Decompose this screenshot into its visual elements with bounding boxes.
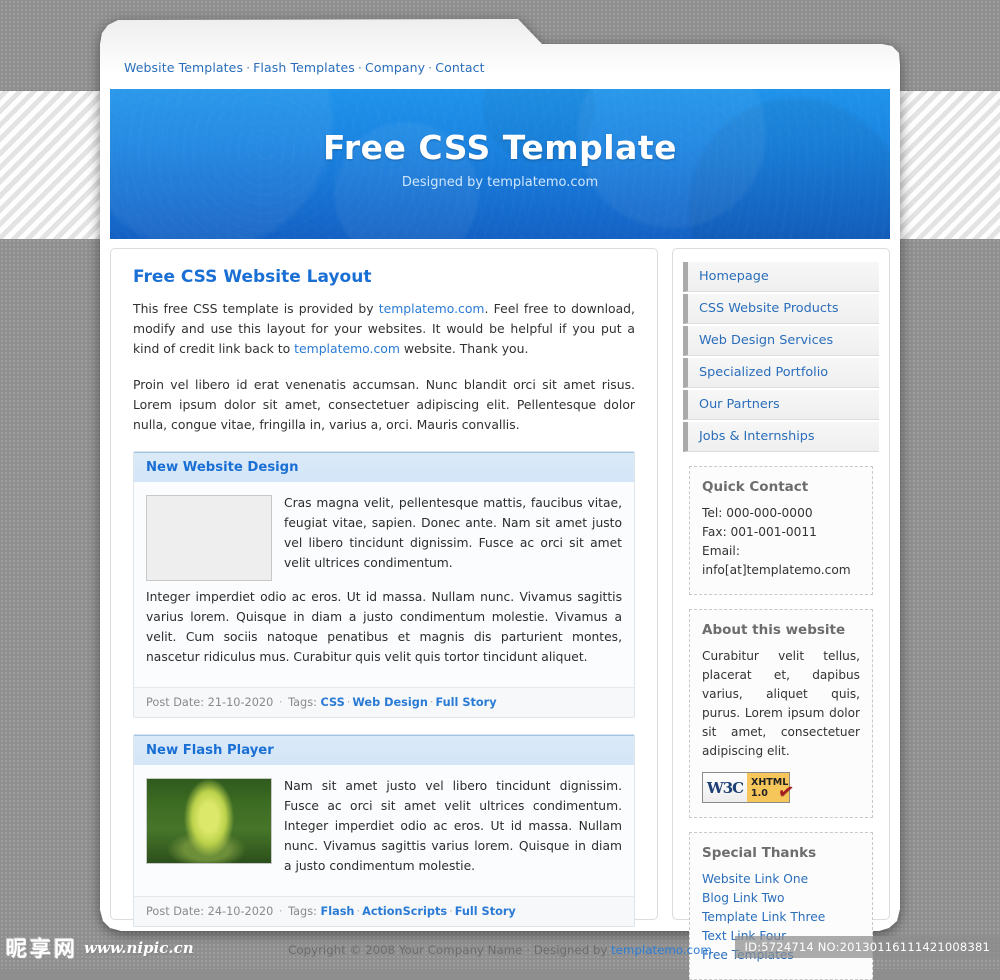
- post-tag-link[interactable]: ActionScripts: [362, 905, 447, 918]
- intro-text-a: This free CSS template is provided by: [133, 301, 379, 316]
- list-item[interactable]: Blog Link Two: [702, 889, 860, 908]
- post-tag-link[interactable]: Web Design: [352, 696, 428, 709]
- sidebar-column: Homepage CSS Website Products Web Design…: [672, 248, 890, 980]
- page-title: Free CSS Website Layout: [133, 267, 372, 287]
- post-full-story-link[interactable]: Full Story: [435, 696, 496, 709]
- nav-item-contact[interactable]: Contact: [435, 60, 484, 75]
- list-item[interactable]: Website Link One: [702, 870, 860, 889]
- post-meta: Post Date: 24-10-2020 · Tags: Flash · Acti…: [134, 896, 634, 926]
- post-date-value: 21-10-2020: [207, 696, 274, 709]
- quick-contact-tel: Tel: 000-000-0000: [702, 506, 813, 520]
- templatemo-link-2[interactable]: templatemo.com: [294, 341, 400, 356]
- about-website-title: About this website: [702, 622, 846, 638]
- footer-copyright-text: Copyright © 2008 Your Company Name · Des…: [288, 943, 612, 957]
- sidebar-link-label[interactable]: Our Partners: [688, 390, 879, 419]
- meta-separator-3: ·: [449, 905, 453, 918]
- intro-paragraph-2: Proin vel libero id erat venenatis accum…: [133, 377, 635, 432]
- quick-contact-box: Quick Contact Tel: 000-000-0000 Fax: 001…: [689, 466, 873, 595]
- sidebar-item-specialized-portfolio[interactable]: Specialized Portfolio: [683, 358, 879, 388]
- post-item: New Flash Player Nam sit amet justo vel …: [133, 734, 635, 927]
- sidebar-menu: Homepage CSS Website Products Web Design…: [683, 262, 879, 452]
- special-thanks-link[interactable]: Blog Link Two: [702, 889, 860, 908]
- quick-contact-title: Quick Contact: [702, 479, 809, 495]
- post-date-label: Post Date:: [146, 696, 205, 709]
- top-navigation: Website Templates · Flash Templates · Compan…: [124, 60, 884, 80]
- meta-separator-1: ·: [278, 905, 283, 918]
- post-tag-link[interactable]: CSS: [321, 696, 345, 709]
- sidebar-item-jobs-internships[interactable]: Jobs & Internships: [683, 422, 879, 452]
- banner-tagline: Designed by templatemo.com: [401, 175, 599, 190]
- post-header: New Website Design: [134, 452, 634, 482]
- nav-separator-1: ·: [246, 60, 251, 75]
- list-item[interactable]: Template Link Three: [702, 908, 860, 927]
- post-meta: Post Date: 21-10-2020 · Tags: CSS · Web De…: [134, 687, 634, 717]
- sidebar-link-label[interactable]: Specialized Portfolio: [688, 358, 879, 387]
- sidebar-link-label[interactable]: Homepage: [688, 262, 879, 291]
- special-thanks-link[interactable]: Template Link Three: [702, 908, 860, 927]
- sidebar-item-css-website-products[interactable]: CSS Website Products: [683, 294, 879, 324]
- about-website-text: Curabitur velit tellus, placerat et, dap…: [702, 649, 860, 758]
- special-thanks-title: Special Thanks: [702, 845, 817, 861]
- sidebar-item-homepage[interactable]: Homepage: [683, 262, 879, 292]
- intro-text-c: website. Thank you.: [399, 341, 529, 356]
- w3c-xhtml-validation-badge-icon[interactable]: W3C XHTML 1.0 ✔: [702, 772, 796, 804]
- post-date-label: Post Date:: [146, 905, 205, 918]
- banner-title: Free CSS Template: [322, 128, 678, 167]
- sidebar-link-label[interactable]: CSS Website Products: [688, 294, 879, 323]
- post-tags-label: Tags:: [288, 905, 317, 918]
- post-thumbnail-image: [146, 778, 272, 864]
- nav-item-website-templates[interactable]: Website Templates: [124, 60, 243, 75]
- special-thanks-link[interactable]: Website Link One: [702, 870, 860, 889]
- nav-separator-2: ·: [357, 60, 362, 75]
- post-tags-label: Tags:: [288, 696, 317, 709]
- post-header: New Flash Player: [134, 735, 634, 765]
- post-tag-link[interactable]: Flash: [321, 905, 355, 918]
- sidebar-item-our-partners[interactable]: Our Partners: [683, 390, 879, 420]
- sidebar-link-label[interactable]: Web Design Services: [688, 326, 879, 355]
- checkmark-icon: ✔: [776, 780, 796, 805]
- quick-contact-fax: Fax: 001-001-0011: [702, 525, 817, 539]
- main-content-column: Free CSS Website Layout This free CSS te…: [110, 248, 658, 927]
- header-banner: Free CSS Template Designed by templatemo…: [110, 89, 890, 239]
- post-title[interactable]: New Flash Player: [146, 743, 622, 758]
- post-title[interactable]: New Website Design: [146, 460, 622, 475]
- post-body: Cras magna velit, pellentesque mattis, f…: [134, 482, 634, 687]
- intro-paragraph-1: This free CSS template is provided by te…: [133, 299, 635, 359]
- sidebar-link-label[interactable]: Jobs & Internships: [688, 422, 879, 451]
- nav-item-flash-templates[interactable]: Flash Templates: [253, 60, 355, 75]
- nav-item-company[interactable]: Company: [365, 60, 425, 75]
- post-item: New Website Design Cras magna velit, pel…: [133, 451, 635, 718]
- page-footer: Copyright © 2008 Your Company Name · Des…: [100, 931, 900, 969]
- post-thumbnail-image: [146, 495, 272, 581]
- post-body: Nam sit amet justo vel libero tincidunt …: [134, 765, 634, 896]
- footer-designer-link[interactable]: templatemo.com: [611, 943, 712, 957]
- meta-separator-1: ·: [278, 696, 283, 709]
- meta-separator-2: ·: [356, 905, 361, 918]
- quick-contact-email: Email: info[at]templatemo.com: [702, 544, 851, 577]
- post-full-story-link[interactable]: Full Story: [455, 905, 516, 918]
- sidebar-item-web-design-services[interactable]: Web Design Services: [683, 326, 879, 356]
- templatemo-link-1[interactable]: templatemo.com: [379, 301, 485, 316]
- post-date-value: 24-10-2020: [207, 905, 274, 918]
- nav-separator-3: ·: [428, 60, 433, 75]
- about-website-box: About this website Curabitur velit tellu…: [689, 609, 873, 818]
- post-paragraph-2: Integer imperdiet odio ac eros. Ut id ma…: [146, 590, 622, 664]
- w3c-logo-text: W3C: [703, 773, 747, 802]
